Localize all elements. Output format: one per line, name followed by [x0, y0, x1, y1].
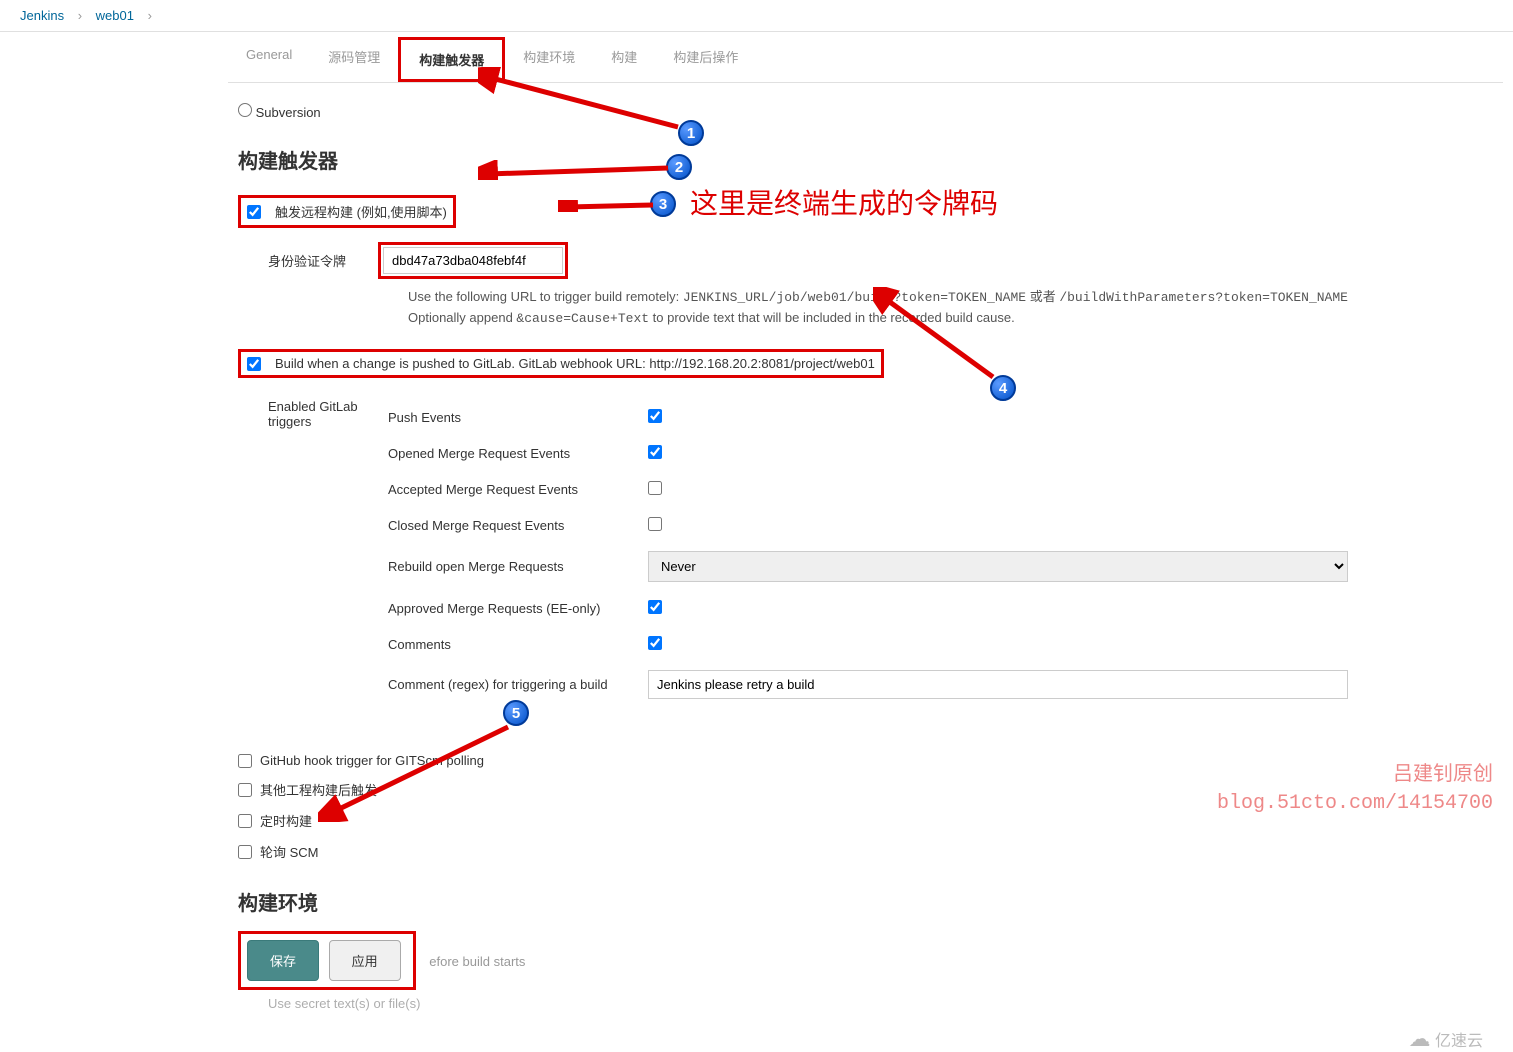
- poll-scm-checkbox[interactable]: [238, 845, 252, 859]
- trigger-closed-mr-checkbox[interactable]: [648, 517, 662, 531]
- help-text-prefix: Use the following URL to trigger build r…: [408, 289, 683, 304]
- help-text-code: &cause=Cause+Text: [516, 311, 649, 326]
- cron-checkbox[interactable]: [238, 814, 252, 828]
- scm-subversion-row: Subversion: [238, 98, 1493, 125]
- trigger-rebuild-select[interactable]: Never: [648, 551, 1348, 582]
- gitlab-trigger-label: Build when a change is pushed to GitLab.…: [275, 356, 875, 371]
- apply-button[interactable]: 应用: [329, 940, 401, 981]
- tab-general[interactable]: General: [228, 37, 310, 82]
- env-delete-before-label: efore build starts: [429, 954, 525, 969]
- poll-scm-label: 轮询 SCM: [260, 842, 319, 861]
- token-input[interactable]: [383, 247, 563, 274]
- tab-post[interactable]: 构建后操作: [655, 37, 756, 82]
- section-env-title: 构建环境: [238, 887, 1493, 916]
- github-hook-label: GitHub hook trigger for GITScm polling: [260, 753, 484, 768]
- token-help-cause: Optionally append &cause=Cause+Text to p…: [238, 308, 1493, 329]
- tab-triggers[interactable]: 构建触发器: [398, 37, 505, 82]
- breadcrumb-item[interactable]: web01: [96, 8, 134, 23]
- help-text-url2: /buildWithParameters?token=TOKEN_NAME: [1059, 290, 1348, 305]
- help-text-or: 或者: [1026, 289, 1059, 304]
- tab-scm[interactable]: 源码管理: [310, 37, 398, 82]
- trigger-comment-regex-input[interactable]: [648, 670, 1348, 699]
- section-triggers-title: 构建触发器: [238, 145, 1493, 174]
- remote-trigger-checkbox[interactable]: [247, 205, 261, 219]
- tab-build[interactable]: 构建: [593, 37, 655, 82]
- help-text-prefix2: Optionally append: [408, 310, 516, 325]
- trigger-approved-label: Approved Merge Requests (EE-only): [388, 601, 648, 616]
- trigger-push-checkbox[interactable]: [648, 409, 662, 423]
- other-proj-label: 其他工程构建后触发: [260, 780, 377, 799]
- help-text-url: JENKINS_URL/job/web01/build?token=TOKEN_…: [683, 290, 1026, 305]
- watermark: ☁ 亿速云: [1409, 1026, 1483, 1052]
- trigger-opened-mr-checkbox[interactable]: [648, 445, 662, 459]
- breadcrumb: Jenkins › web01 ›: [0, 0, 1513, 32]
- trigger-opened-mr-label: Opened Merge Request Events: [388, 446, 648, 461]
- breadcrumb-sep: ›: [78, 8, 82, 23]
- remote-trigger-label: 触发远程构建 (例如,使用脚本): [275, 202, 447, 221]
- help-text-suffix: to provide text that will be included in…: [649, 310, 1015, 325]
- token-help-url: Use the following URL to trigger build r…: [238, 287, 1493, 308]
- trigger-rebuild-label: Rebuild open Merge Requests: [388, 559, 648, 574]
- env-secret-text-label: Use secret text(s) or file(s): [268, 996, 420, 1011]
- trigger-comments-label: Comments: [388, 637, 648, 652]
- main-content: General 源码管理 构建触发器 构建环境 构建 构建后操作 Subvers…: [218, 32, 1513, 1032]
- save-button[interactable]: 保存: [247, 940, 319, 981]
- gitlab-triggers-label: Enabled GitLab triggers: [238, 399, 388, 707]
- trigger-comment-regex-label: Comment (regex) for triggering a build: [388, 677, 648, 692]
- breadcrumb-sep: ›: [148, 8, 152, 23]
- scm-subversion-label: Subversion: [256, 105, 321, 120]
- trigger-comments-checkbox[interactable]: [648, 636, 662, 650]
- trigger-accepted-mr-label: Accepted Merge Request Events: [388, 482, 648, 497]
- config-tabs: General 源码管理 构建触发器 构建环境 构建 构建后操作: [228, 37, 1503, 83]
- trigger-accepted-mr-checkbox[interactable]: [648, 481, 662, 495]
- trigger-closed-mr-label: Closed Merge Request Events: [388, 518, 648, 533]
- token-label: 身份验证令牌: [238, 251, 378, 270]
- cron-label: 定时构建: [260, 811, 312, 830]
- sidebar: [0, 32, 218, 1032]
- github-hook-checkbox[interactable]: [238, 754, 252, 768]
- watermark-text: 亿速云: [1435, 1033, 1483, 1050]
- tab-env[interactable]: 构建环境: [505, 37, 593, 82]
- trigger-approved-checkbox[interactable]: [648, 600, 662, 614]
- scm-subversion-radio[interactable]: [238, 103, 252, 117]
- other-proj-checkbox[interactable]: [238, 783, 252, 797]
- gitlab-trigger-checkbox[interactable]: [247, 357, 261, 371]
- trigger-push-label: Push Events: [388, 410, 648, 425]
- breadcrumb-root[interactable]: Jenkins: [20, 8, 64, 23]
